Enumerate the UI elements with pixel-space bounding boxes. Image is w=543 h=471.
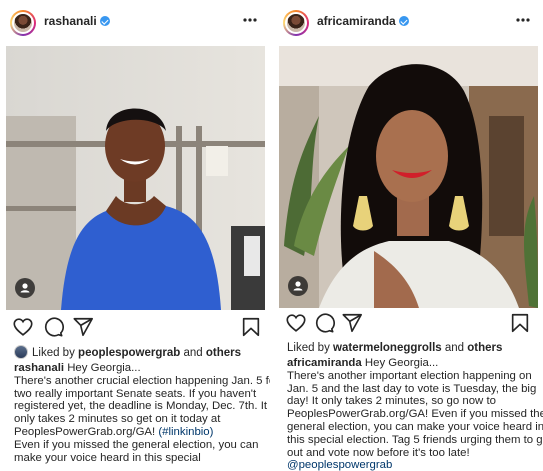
liked-by-user-link[interactable]: peoplespowergrab (78, 347, 180, 359)
mention-link[interactable]: @peoplespowergrab (287, 459, 537, 471)
liked-by: Liked by watermeloneggrolls and others (287, 342, 543, 354)
heart-icon[interactable] (285, 312, 307, 334)
liked-by-and: and (444, 342, 465, 354)
caption-line: general election, you can make your voic… (287, 420, 543, 433)
comment-icon[interactable] (42, 316, 64, 338)
caption-line: There's another important election happe… (287, 369, 532, 382)
liked-by-others-link[interactable]: others (467, 342, 502, 354)
share-icon[interactable] (341, 312, 363, 334)
user-tag-icon[interactable] (15, 278, 35, 298)
caption-line: this special election. Tag 5 friends urg… (287, 433, 543, 446)
more-options-icon[interactable] (240, 10, 260, 30)
caption-line: There's another crucial election happeni… (14, 374, 270, 387)
liked-by-others-link[interactable]: others (206, 347, 241, 359)
verified-icon (398, 16, 409, 26)
caption-line: out and vote now before it's too late! (287, 446, 470, 459)
post-header: africamiranda (273, 0, 543, 44)
username-text[interactable]: rashanali (44, 14, 97, 28)
post-video[interactable] (6, 46, 265, 310)
caption-username[interactable]: rashanali (14, 362, 64, 374)
post-caption: rashanali Hey Georgia... There's another… (14, 362, 270, 464)
heart-icon[interactable] (12, 316, 34, 338)
liked-by-user-link[interactable]: watermeloneggrolls (333, 342, 442, 354)
username-text[interactable]: africamiranda (317, 14, 396, 28)
hashtag-link[interactable]: (#linkinbio) (158, 426, 213, 438)
more-options-icon[interactable] (513, 10, 533, 30)
post-africamiranda: africamiranda Liked by watermeloneggroll… (273, 0, 543, 471)
caption-line: PeoplesPowerGrab.org/GA! (14, 425, 159, 438)
caption-line: Even if you missed the general election,… (14, 438, 259, 451)
profile-avatar[interactable] (10, 10, 36, 36)
liked-by-label: Liked by (287, 342, 330, 354)
user-tag-icon[interactable] (288, 276, 308, 296)
caption-line: make your voice heard in this special (14, 451, 201, 464)
username-link[interactable]: rashanali (44, 14, 110, 28)
caption-line: Hey Georgia... (361, 357, 439, 369)
post-rashanali: rashanali Liked by peoplespowergrab and … (0, 0, 270, 471)
liked-by-label: Liked by (32, 347, 75, 359)
caption-line: registered yet, the deadline is Monday, … (14, 400, 268, 413)
bookmark-icon[interactable] (240, 316, 262, 338)
caption-line: day! It only takes 2 minutes, so go now … (287, 395, 496, 408)
bookmark-icon[interactable] (509, 312, 531, 334)
caption-line: two really important Senate seats. If yo… (14, 387, 257, 400)
caption-line: PeoplesPowerGrab.org/GA! Even if you mis… (287, 408, 543, 421)
liked-by-and: and (183, 347, 203, 359)
action-bar (0, 316, 270, 342)
share-icon[interactable] (72, 316, 94, 338)
post-header: rashanali (0, 0, 270, 44)
caption-line: Hey Georgia... (64, 362, 141, 374)
post-video[interactable] (279, 46, 538, 308)
profile-avatar[interactable] (283, 10, 309, 36)
caption-line: Jan. 5 and the last day to vote is Tuesd… (287, 382, 537, 395)
caption-username[interactable]: africamiranda (287, 357, 362, 369)
caption-line: only takes 2 minutes so get on it today … (14, 413, 221, 426)
post-caption: africamiranda Hey Georgia... There's ano… (287, 357, 543, 471)
verified-icon (99, 16, 110, 26)
username-link[interactable]: africamiranda (317, 14, 409, 28)
action-bar (273, 312, 543, 338)
liker-avatar[interactable] (14, 345, 28, 359)
liked-by: Liked by peoplespowergrab and others (14, 345, 270, 359)
comment-icon[interactable] (313, 312, 335, 334)
